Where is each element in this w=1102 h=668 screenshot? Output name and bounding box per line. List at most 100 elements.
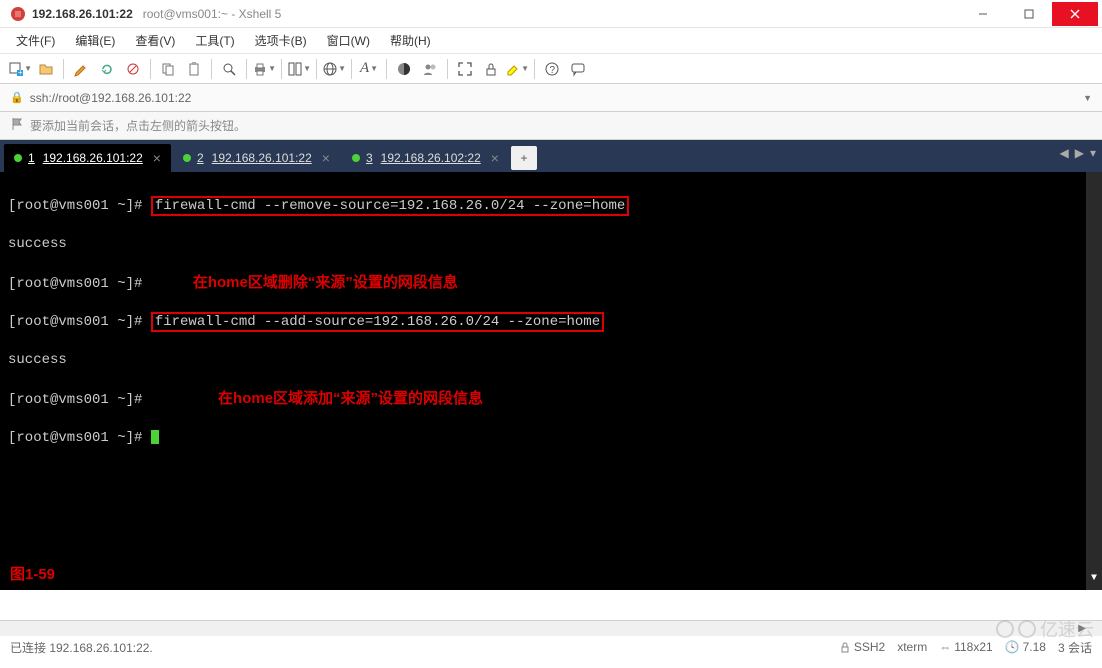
address-dropdown-icon[interactable]: ▼: [1083, 93, 1092, 103]
menu-edit[interactable]: 编辑(E): [69, 29, 121, 52]
horizontal-scrollbar[interactable]: ▶: [0, 620, 1102, 636]
tab-nav-arrows: ◀ ▶ ▾: [1060, 146, 1097, 160]
bottom-area: ▶ 已连接 192.168.26.101:22. SSH2 xterm ⇔ 11…: [0, 620, 1102, 668]
window-title-main: 192.168.26.101:22: [32, 7, 133, 21]
highlight-icon[interactable]: ▼: [505, 57, 529, 81]
tab-number: 2: [197, 151, 204, 165]
command-highlighted: firewall-cmd --remove-source=192.168.26.…: [151, 196, 629, 216]
menu-file[interactable]: 文件(F): [10, 29, 61, 52]
toolbar-separator: [281, 59, 282, 79]
new-session-icon[interactable]: +▼: [8, 57, 32, 81]
tab-number: 3: [366, 151, 373, 165]
toolbar-separator: [211, 59, 212, 79]
watermark-text: 亿速云: [1040, 616, 1094, 642]
command-output: success: [8, 235, 1094, 254]
open-session-icon[interactable]: [34, 57, 58, 81]
terminal-cursor: [151, 430, 159, 444]
flag-icon: [10, 117, 24, 134]
close-button[interactable]: [1052, 2, 1098, 26]
color-icon[interactable]: [392, 57, 416, 81]
hint-text: 要添加当前会话，点击左侧的箭头按钮。: [30, 117, 246, 134]
tab-close-icon[interactable]: ×: [491, 150, 499, 166]
annotation-text: 在home区域添加“来源”设置的网段信息: [218, 390, 483, 407]
svg-text:?: ?: [550, 65, 556, 76]
toolbar-separator: [386, 59, 387, 79]
layout-icon[interactable]: ▼: [287, 57, 311, 81]
tab-label: 192.168.26.101:22: [212, 151, 312, 165]
hint-bar: 要添加当前会话，点击左侧的箭头按钮。: [0, 112, 1102, 140]
lock-icon[interactable]: [479, 57, 503, 81]
print-icon[interactable]: ▼: [252, 57, 276, 81]
disconnect-icon[interactable]: [121, 57, 145, 81]
session-tab-bar: 1 192.168.26.101:22 × 2 192.168.26.101:2…: [0, 140, 1102, 172]
watermark-icon: [996, 620, 1014, 638]
chat-icon[interactable]: [566, 57, 590, 81]
tab-prev-icon[interactable]: ◀: [1060, 146, 1069, 160]
status-size: ⇔ 118x21: [939, 640, 992, 654]
app-icon: [10, 6, 26, 22]
title-bar: 192.168.26.101:22 root@vms001:~ - Xshell…: [0, 0, 1102, 28]
tab-status-dot-icon: [352, 154, 360, 162]
vertical-scrollbar[interactable]: ▼: [1086, 172, 1102, 590]
reconnect-icon[interactable]: [95, 57, 119, 81]
toolbar: +▼ ▼ ▼ ▼ A▼ ▼ ?: [0, 54, 1102, 84]
find-icon[interactable]: [217, 57, 241, 81]
svg-text:+: +: [18, 68, 23, 77]
scroll-down-icon[interactable]: ▼: [1091, 569, 1097, 588]
toolbar-separator: [246, 59, 247, 79]
tab-close-icon[interactable]: ×: [153, 150, 161, 166]
copy-icon[interactable]: [156, 57, 180, 81]
help-icon[interactable]: ?: [540, 57, 564, 81]
menu-window[interactable]: 窗口(W): [321, 29, 376, 52]
address-bar[interactable]: 🔒 ssh://root@192.168.26.101:22 ▼: [0, 84, 1102, 112]
terminal-pane[interactable]: [root@vms001 ~]# firewall-cmd --remove-s…: [0, 172, 1102, 590]
tab-status-dot-icon: [183, 154, 191, 162]
tab-number: 1: [28, 151, 35, 165]
annotation-text: 在home区域删除“来源”设置的网段信息: [193, 274, 458, 291]
command-output: success: [8, 351, 1094, 370]
session-tab-2[interactable]: 2 192.168.26.101:22 ×: [173, 144, 340, 172]
menu-tabs[interactable]: 选项卡(B): [249, 29, 313, 52]
figure-label: 图1-59: [10, 565, 55, 584]
status-bar: 已连接 192.168.26.101:22. SSH2 xterm ⇔ 118x…: [0, 636, 1102, 658]
status-term-type: xterm: [897, 640, 927, 654]
toolbar-separator: [447, 59, 448, 79]
paste-icon[interactable]: [182, 57, 206, 81]
edit-icon[interactable]: [69, 57, 93, 81]
ssh-icon: [839, 641, 851, 653]
toolbar-separator: [150, 59, 151, 79]
window-controls: [960, 2, 1098, 26]
status-protocol: SSH2: [839, 640, 885, 654]
connection-lock-icon: 🔒: [10, 91, 24, 104]
watermark-icon: [1018, 620, 1036, 638]
tab-label: 192.168.26.102:22: [381, 151, 481, 165]
shell-prompt: [root@vms001 ~]#: [8, 276, 151, 292]
menu-tools[interactable]: 工具(T): [189, 29, 240, 52]
shell-prompt: [root@vms001 ~]#: [8, 430, 151, 446]
session-tab-3[interactable]: 3 192.168.26.102:22 ×: [342, 144, 509, 172]
command-highlighted: firewall-cmd --add-source=192.168.26.0/2…: [151, 312, 604, 332]
status-load: 🕓 7.18: [1005, 640, 1046, 654]
tab-label: 192.168.26.101:22: [43, 151, 143, 165]
shell-prompt: [root@vms001 ~]#: [8, 314, 151, 330]
minimize-button[interactable]: [960, 2, 1006, 26]
session-tab-1[interactable]: 1 192.168.26.101:22 ×: [4, 144, 171, 172]
tab-menu-icon[interactable]: ▾: [1090, 146, 1096, 160]
tab-next-icon[interactable]: ▶: [1075, 146, 1084, 160]
globe-icon[interactable]: ▼: [322, 57, 346, 81]
toolbar-separator: [351, 59, 352, 79]
address-text: ssh://root@192.168.26.101:22: [30, 91, 192, 105]
tab-close-icon[interactable]: ×: [322, 150, 330, 166]
menu-help[interactable]: 帮助(H): [384, 29, 437, 52]
font-icon[interactable]: A▼: [357, 57, 381, 81]
window-title-sub: root@vms001:~ - Xshell 5: [143, 7, 282, 21]
fullscreen-icon[interactable]: [453, 57, 477, 81]
watermark: 亿速云: [996, 616, 1094, 642]
add-tab-button[interactable]: +: [511, 146, 537, 170]
toolbar-separator: [316, 59, 317, 79]
maximize-button[interactable]: [1006, 2, 1052, 26]
menu-view[interactable]: 查看(V): [129, 29, 181, 52]
toolbar-separator: [534, 59, 535, 79]
users-icon[interactable]: [418, 57, 442, 81]
menu-bar: 文件(F) 编辑(E) 查看(V) 工具(T) 选项卡(B) 窗口(W) 帮助(…: [0, 28, 1102, 54]
